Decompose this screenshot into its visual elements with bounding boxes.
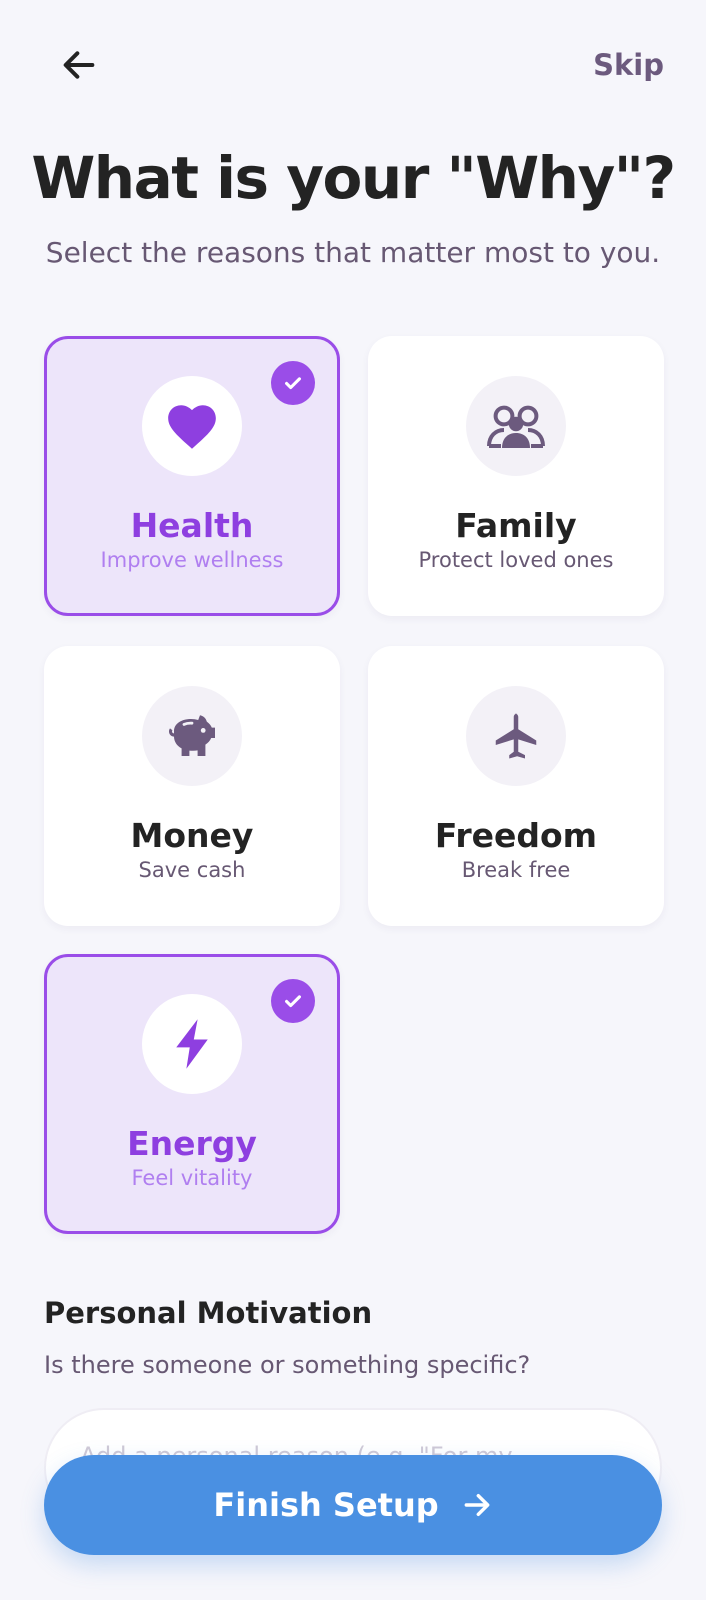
arrow-right-icon [464, 1493, 490, 1517]
skip-button[interactable]: Skip [593, 48, 664, 82]
reason-icon-circle [142, 376, 242, 476]
back-button[interactable] [52, 38, 106, 92]
airplane-icon [495, 713, 537, 759]
arrow-left-icon [63, 51, 95, 79]
reason-label: Money [130, 816, 254, 855]
reason-description: Feel vitality [131, 1166, 253, 1190]
reason-card-energy[interactable]: Energy Feel vitality [44, 954, 340, 1234]
personal-motivation-title: Personal Motivation [44, 1296, 373, 1330]
piggy-bank-icon [169, 715, 215, 756]
reason-description: Protect loved ones [418, 548, 614, 572]
selected-check-icon [271, 361, 315, 405]
page-subtitle: Select the reasons that matter most to y… [45, 236, 661, 269]
reason-card-freedom[interactable]: Freedom Break free [368, 646, 664, 926]
finish-setup-button[interactable]: Finish Setup [44, 1455, 662, 1555]
top-bar: Skip [0, 38, 706, 92]
finish-setup-label: Finish Setup [213, 1486, 439, 1524]
reason-label: Freedom [434, 816, 598, 855]
reason-label: Family [455, 506, 577, 545]
reason-description: Break free [461, 858, 571, 882]
selected-check-icon [271, 979, 315, 1023]
reason-description: Save cash [138, 858, 246, 882]
reason-icon-circle [142, 686, 242, 786]
reason-icon-circle [466, 686, 566, 786]
people-group-icon [487, 405, 545, 448]
heart-icon [168, 405, 216, 449]
lightning-bolt-icon [176, 1019, 208, 1069]
reason-card-health[interactable]: Health Improve wellness [44, 336, 340, 616]
page-title: What is your "Why"? [31, 144, 676, 212]
reason-card-family[interactable]: Family Protect loved ones [368, 336, 664, 616]
reason-icon-circle [142, 994, 242, 1094]
reason-icon-circle [466, 376, 566, 476]
reason-label: Health [130, 506, 254, 545]
personal-motivation-subtitle: Is there someone or something specific? [44, 1351, 531, 1379]
reason-description: Improve wellness [100, 548, 284, 572]
reason-label: Energy [127, 1124, 257, 1163]
reason-card-money[interactable]: Money Save cash [44, 646, 340, 926]
